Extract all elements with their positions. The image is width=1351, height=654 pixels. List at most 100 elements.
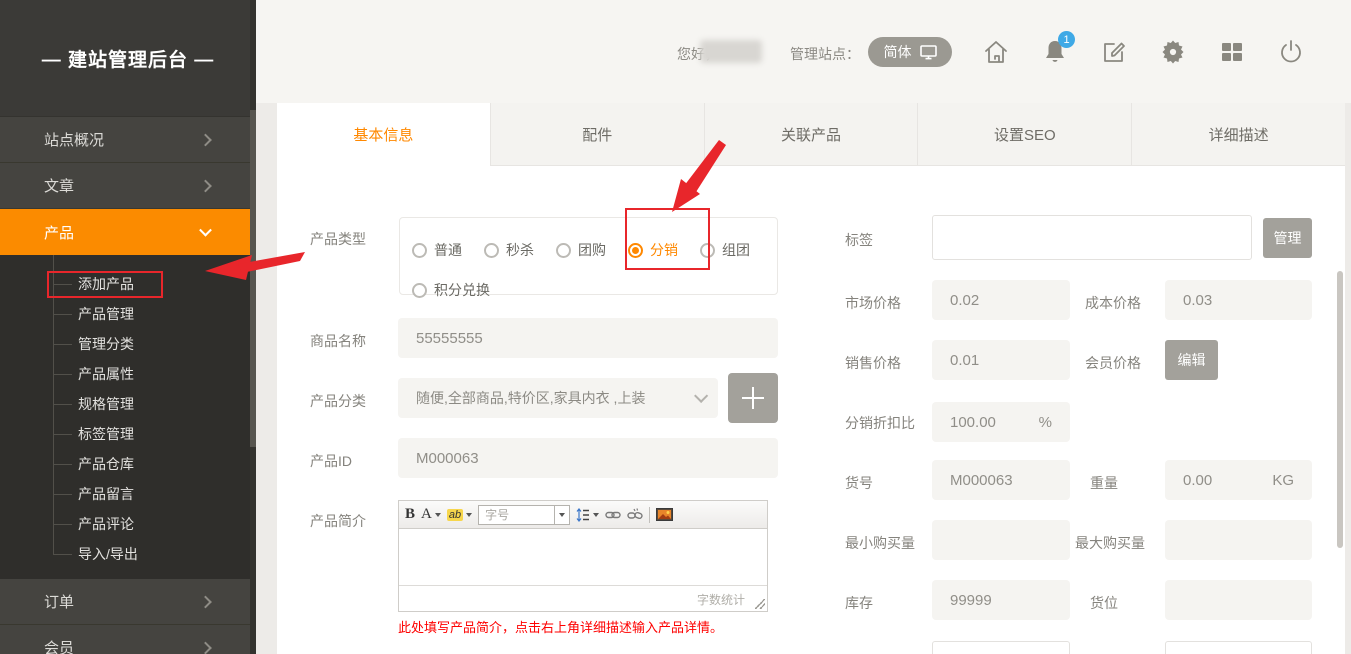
radio-label: 组团 [722, 240, 750, 260]
app-logo: — 建站管理后台 — [0, 0, 256, 116]
remove-link-button[interactable] [627, 508, 643, 522]
shelf-location-input[interactable] [1165, 580, 1312, 620]
market-price-input[interactable] [932, 280, 1070, 320]
radio-label: 积分兑换 [434, 280, 490, 300]
product-category-select[interactable]: 随便,全部商品,特价区,家具内衣 ,上装 [398, 378, 718, 418]
radio-points-exchange[interactable]: 积分兑换 [412, 280, 490, 300]
tab-basic-info[interactable]: 基本信息 [277, 103, 490, 166]
sale-price-label: 销售价格 [845, 353, 901, 373]
insert-image-button[interactable] [656, 508, 673, 521]
radio-label: 秒杀 [506, 240, 534, 260]
radio-circle-icon [700, 243, 715, 258]
cost-price-label: 成本价格 [1085, 293, 1141, 313]
sidebar-item-site-overview[interactable]: 站点概况 [0, 117, 256, 163]
edit-icon[interactable] [1100, 38, 1128, 66]
submenu-item-add-product[interactable]: 添加产品 [0, 269, 256, 299]
caret-down-icon [466, 513, 472, 517]
radio-circle-icon [412, 243, 427, 258]
sidebar-item-products[interactable]: 产品 [0, 209, 256, 255]
editor-content-area[interactable] [399, 529, 767, 585]
submenu-item-category-management[interactable]: 管理分类 [0, 329, 256, 359]
settings-gear-icon[interactable] [1159, 38, 1187, 66]
item-no-input[interactable] [932, 460, 1070, 500]
main-scrollbar-thumb[interactable] [1337, 271, 1343, 548]
category-selected-value: 随便,全部商品,特价区,家具内衣 ,上装 [416, 388, 694, 408]
tag-input[interactable] [932, 215, 1252, 260]
caret-down-icon [559, 513, 565, 517]
member-price-label: 会员价格 [1085, 353, 1141, 373]
sidebar-item-articles[interactable]: 文章 [0, 163, 256, 209]
power-icon[interactable] [1277, 38, 1305, 66]
manage-tags-button[interactable]: 管理 [1263, 218, 1312, 258]
radio-circle-icon [484, 243, 499, 258]
radio-circle-icon [556, 243, 571, 258]
submenu-item-product-messages[interactable]: 产品留言 [0, 479, 256, 509]
bold-button[interactable]: B [405, 506, 415, 523]
radio-circle-icon [412, 283, 427, 298]
sidebar: — 建站管理后台 — 站点概况 文章 产品 添加产品 产品管理 管理分类 产品属… [0, 0, 256, 654]
max-purchase-label: 最大购买量 [1075, 533, 1145, 553]
chevron-right-icon [199, 595, 212, 608]
insert-link-button[interactable] [605, 509, 621, 521]
unlink-icon [627, 508, 643, 522]
font-size-dropdown[interactable] [554, 506, 569, 524]
percent-suffix: % [1039, 414, 1052, 431]
sidebar-item-label: 订单 [44, 591, 74, 612]
apps-grid-icon[interactable] [1218, 38, 1246, 66]
notifications-bell-icon[interactable]: 1 [1041, 38, 1069, 66]
content-card: 基本信息 配件 关联产品 设置SEO 详细描述 产品类型 普通 秒杀 团购 [277, 103, 1345, 654]
home-icon[interactable] [982, 38, 1010, 66]
edit-member-price-button[interactable]: 编辑 [1165, 340, 1218, 380]
radio-team-buy[interactable]: 组团 [700, 240, 750, 260]
resize-grip[interactable] [755, 599, 765, 609]
language-site-button[interactable]: 简体 [868, 37, 952, 67]
sale-price-input[interactable] [932, 340, 1070, 380]
distribution-discount-input[interactable]: 100.00 % [932, 402, 1070, 442]
font-color-button[interactable]: A [421, 506, 441, 523]
caret-down-icon [593, 513, 599, 517]
submenu-item-product-warehouse[interactable]: 产品仓库 [0, 449, 256, 479]
item-no-label: 货号 [845, 473, 873, 493]
add-category-button[interactable] [728, 373, 778, 423]
max-purchase-input[interactable] [1165, 520, 1312, 560]
product-name-input[interactable] [398, 318, 778, 358]
language-label: 简体 [884, 42, 912, 62]
font-size-select[interactable]: 字号 [478, 505, 570, 525]
radio-group-buy[interactable]: 团购 [556, 240, 606, 260]
highlight-button[interactable]: ab [447, 509, 472, 521]
cost-price-input[interactable] [1165, 280, 1312, 320]
extra-field-right-input[interactable] [1165, 641, 1312, 654]
min-purchase-input[interactable] [932, 520, 1070, 560]
product-intro-label: 产品简介 [310, 511, 366, 531]
tab-detailed-description[interactable]: 详细描述 [1131, 103, 1345, 166]
font-color-glyph: A [421, 506, 432, 523]
submenu-item-product-attributes[interactable]: 产品属性 [0, 359, 256, 389]
tab-seo-settings[interactable]: 设置SEO [917, 103, 1131, 166]
extra-field-left-input[interactable] [932, 641, 1070, 654]
sidebar-scrollbar-thumb[interactable] [250, 110, 256, 447]
product-id-input[interactable] [398, 438, 778, 478]
toolbar-separator [649, 507, 650, 523]
submenu-item-import-export[interactable]: 导入/导出 [0, 539, 256, 569]
tab-related-products[interactable]: 关联产品 [704, 103, 918, 166]
chevron-right-icon [199, 133, 212, 146]
radio-circle-icon [628, 243, 643, 258]
discount-value: 100.00 [950, 414, 1039, 431]
radio-distribution[interactable]: 分销 [628, 240, 678, 260]
min-purchase-label: 最小购买量 [845, 533, 915, 553]
line-height-button[interactable] [576, 508, 599, 522]
submenu-item-product-reviews[interactable]: 产品评论 [0, 509, 256, 539]
notification-badge: 1 [1058, 31, 1075, 48]
sidebar-item-orders[interactable]: 订单 [0, 579, 256, 625]
sidebar-item-members[interactable]: 会员 [0, 625, 256, 654]
stock-input[interactable] [932, 580, 1070, 620]
editor-footer: 字数统计 [399, 585, 767, 611]
radio-flash-sale[interactable]: 秒杀 [484, 240, 534, 260]
weight-input[interactable]: 0.00 KG [1165, 460, 1312, 500]
radio-normal[interactable]: 普通 [412, 240, 462, 260]
submenu-item-spec-management[interactable]: 规格管理 [0, 389, 256, 419]
product-type-label: 产品类型 [310, 229, 366, 249]
tab-accessories[interactable]: 配件 [490, 103, 704, 166]
submenu-item-product-management[interactable]: 产品管理 [0, 299, 256, 329]
submenu-item-tag-management[interactable]: 标签管理 [0, 419, 256, 449]
